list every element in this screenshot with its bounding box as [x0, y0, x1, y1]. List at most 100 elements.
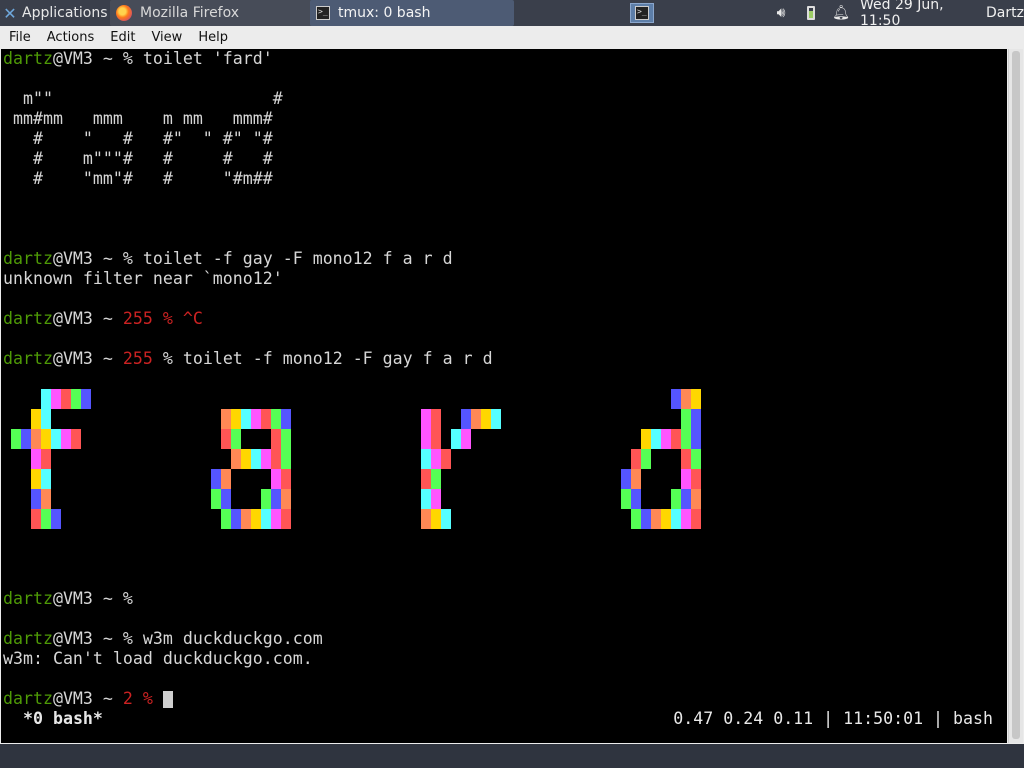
rainbow-block — [671, 429, 681, 449]
scrollbar-thumb[interactable] — [1012, 51, 1020, 739]
rainbow-block — [641, 429, 651, 449]
rainbow-block — [271, 509, 281, 529]
rainbow-block — [41, 409, 51, 429]
taskbar-terminal[interactable]: >_ tmux: 0 bash — [310, 0, 514, 26]
clock[interactable]: Wed 29 Jun, 11:50 — [860, 0, 980, 29]
rainbow-block — [31, 449, 41, 469]
rainbow-block — [11, 429, 21, 449]
rainbow-block — [221, 509, 231, 529]
rainbow-block — [281, 409, 291, 429]
rainbow-block — [621, 469, 631, 489]
rainbow-block — [461, 429, 471, 449]
rainbow-block — [71, 389, 81, 409]
rainbow-block — [221, 409, 231, 429]
rainbow-block — [31, 409, 41, 429]
notification-bell-icon[interactable]: 🔔︎ — [832, 5, 850, 21]
terminal-icon: >_ — [316, 6, 330, 20]
rainbow-block — [261, 409, 271, 429]
tmux-window-list[interactable]: *0 bash* — [13, 709, 103, 729]
terminal-window: File Actions Edit View Help dartz@VM3 ~ … — [0, 26, 1024, 744]
rainbow-block — [421, 409, 431, 429]
rainbow-block — [431, 449, 441, 469]
rainbow-block — [481, 409, 491, 429]
rainbow-block — [221, 469, 231, 489]
rainbow-block — [431, 509, 441, 529]
rainbow-block — [421, 489, 431, 509]
rainbow-block — [671, 389, 681, 409]
rainbow-block — [211, 469, 221, 489]
rainbow-block — [41, 429, 51, 449]
rainbow-block — [61, 389, 71, 409]
menu-actions[interactable]: Actions — [38, 30, 102, 45]
tmux-status-bar: *0 bash* 0.47 0.24 0.11 | 11:50:01 | bas… — [1, 709, 1007, 729]
rainbow-block — [641, 509, 651, 529]
terminal-line: dartz@VM3 ~ % w3m duckduckgo.com — [3, 629, 323, 648]
rainbow-block — [281, 509, 291, 529]
rainbow-block — [271, 409, 281, 429]
terminal-output: w3m: Can't load duckduckgo.com. — [3, 649, 313, 668]
rainbow-block — [671, 509, 681, 529]
rainbow-block — [251, 409, 261, 429]
rainbow-block — [441, 509, 451, 529]
rainbow-block — [271, 469, 281, 489]
taskbar-firefox-title: Mozilla Firefox — [140, 5, 240, 21]
rainbow-block — [31, 489, 41, 509]
rainbow-block — [281, 469, 291, 489]
rainbow-block — [661, 429, 671, 449]
rainbow-block — [41, 389, 51, 409]
rainbow-block — [691, 449, 701, 469]
user-menu[interactable]: Dartz — [986, 0, 1024, 26]
rainbow-block — [691, 389, 701, 409]
rainbow-block — [261, 449, 271, 469]
volume-icon[interactable]: 🔊︎ — [772, 5, 790, 21]
rainbow-block — [631, 489, 641, 509]
rainbow-block — [651, 509, 661, 529]
rainbow-block — [41, 469, 51, 489]
rainbow-block — [221, 489, 231, 509]
menu-help[interactable]: Help — [189, 30, 235, 45]
rainbow-block — [431, 409, 441, 429]
rainbow-block — [281, 489, 291, 509]
rainbow-block — [631, 469, 641, 489]
rainbow-text-output — [11, 389, 701, 529]
rainbow-block — [241, 409, 251, 429]
menu-file[interactable]: File — [0, 30, 38, 45]
workspace-switcher[interactable]: >_ — [626, 0, 658, 26]
rainbow-block — [51, 389, 61, 409]
rainbow-block — [471, 409, 481, 429]
rainbow-block — [281, 449, 291, 469]
applications-menu[interactable]: ✕ Applications — [0, 0, 110, 26]
taskbar-firefox[interactable]: Mozilla Firefox — [110, 0, 314, 26]
rainbow-block — [21, 429, 31, 449]
rainbow-block — [231, 449, 241, 469]
rainbow-block — [431, 429, 441, 449]
rainbow-block — [681, 469, 691, 489]
rainbow-block — [421, 509, 431, 529]
rainbow-block — [241, 449, 251, 469]
rainbow-block — [31, 469, 41, 489]
rainbow-block — [241, 509, 251, 529]
rainbow-block — [61, 429, 71, 449]
rainbow-block — [81, 389, 91, 409]
menu-view[interactable]: View — [142, 30, 189, 45]
rainbow-block — [421, 449, 431, 469]
rainbow-block — [421, 469, 431, 489]
xfce-logo-icon: ✕ — [3, 3, 17, 23]
menu-edit[interactable]: Edit — [101, 30, 142, 45]
battery-icon[interactable] — [802, 6, 820, 20]
rainbow-block — [71, 429, 81, 449]
rainbow-block — [41, 509, 51, 529]
rainbow-block — [281, 429, 291, 449]
rainbow-block — [221, 429, 231, 449]
rainbow-block — [621, 489, 631, 509]
rainbow-block — [271, 449, 281, 469]
rainbow-block — [271, 429, 281, 449]
vertical-scrollbar[interactable] — [1008, 49, 1023, 743]
rainbow-block — [461, 409, 471, 429]
rainbow-block — [231, 409, 241, 429]
rainbow-block — [41, 489, 51, 509]
terminal-area[interactable]: dartz@VM3 ~ % toilet 'fard' m"" # mm#mm … — [1, 49, 1007, 743]
rainbow-block — [651, 429, 661, 449]
rainbow-block — [661, 509, 671, 529]
rainbow-block — [211, 489, 221, 509]
